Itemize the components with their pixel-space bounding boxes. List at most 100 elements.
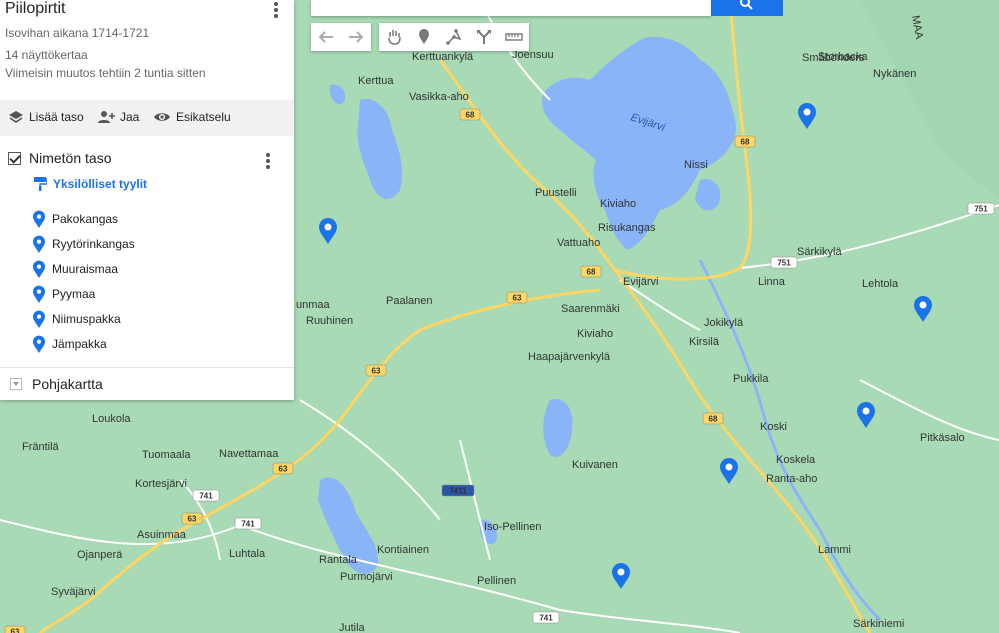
place-label: Vattuaho — [557, 237, 600, 249]
place-label: unmaa — [296, 299, 331, 311]
place-label: Vasikka-aho — [409, 91, 469, 103]
place-label: Kontiainen — [377, 544, 429, 556]
place-label: Risukangas — [598, 222, 656, 234]
map-tools — [311, 23, 537, 51]
svg-text:751: 751 — [777, 259, 791, 268]
place-marker-icon — [33, 335, 45, 353]
place-label: Ranta-aho — [766, 473, 817, 485]
svg-text:7411: 7411 — [449, 487, 467, 496]
place-label: Pukkila — [733, 373, 769, 385]
place-label: Pellinen — [477, 575, 516, 587]
last-modified: Viimeisin muutos tehtiin 2 tuntia sitten — [5, 66, 206, 80]
select-tool[interactable] — [379, 23, 409, 51]
place-label: Lammi — [818, 544, 851, 556]
marker-icon — [419, 29, 429, 44]
layer-visibility-checkbox[interactable] — [8, 151, 21, 165]
place-label: Paalanen — [386, 295, 433, 307]
place-label: Särkikylä — [797, 246, 843, 258]
add-layer-button[interactable]: Lisää taso — [8, 110, 84, 124]
place-marker-icon — [33, 210, 45, 228]
svg-text:63: 63 — [513, 294, 522, 303]
place-label: Kirsilä — [689, 336, 720, 348]
place-name: Muuraismaa — [52, 261, 119, 276]
individual-styles-link[interactable]: Yksilölliset tyylit — [34, 177, 147, 191]
add-person-icon — [98, 111, 115, 123]
place-label: Kuivanen — [572, 459, 618, 471]
place-label: Jutila — [339, 622, 366, 633]
place-label: Puustelli — [535, 187, 577, 199]
place-label: Nykänen — [873, 68, 916, 80]
place-list-item[interactable]: Ryytörinkangas — [32, 231, 135, 256]
share-button[interactable]: Jaa — [97, 110, 139, 124]
place-list-item[interactable]: Jämpakka — [32, 331, 135, 356]
place-label: Purmojärvi — [340, 571, 393, 583]
svg-text:63: 63 — [372, 367, 381, 376]
basemap-row[interactable]: Pohjakartta — [10, 376, 103, 392]
measure-tool[interactable] — [499, 23, 529, 51]
place-label: Ruuhinen — [306, 315, 353, 327]
history-tools — [311, 23, 371, 51]
place-list: Pakokangas Ryytörinkangas Muuraismaa Pyymaa… — [32, 206, 135, 356]
search-input[interactable] — [311, 0, 711, 16]
eye-icon — [154, 113, 170, 121]
place-label: Iso-Pellinen — [484, 521, 541, 533]
road-shield: 7411 — [441, 484, 475, 497]
place-list-item[interactable]: Pyymaa — [32, 281, 135, 306]
preview-button[interactable]: Esikatselu — [153, 110, 231, 124]
redo-button[interactable] — [341, 23, 371, 51]
place-label: Kortesjärvi — [135, 478, 187, 490]
share-label: Jaa — [120, 110, 140, 124]
road-shield: 68 — [734, 135, 756, 148]
place-marker-icon — [33, 260, 45, 278]
svg-text:68: 68 — [466, 111, 475, 120]
road-shield: 751 — [770, 256, 798, 269]
svg-text:751: 751 — [974, 205, 988, 214]
svg-text:68: 68 — [709, 415, 718, 424]
place-label: Jokikylä — [704, 317, 744, 329]
place-label: Kerttua — [358, 75, 394, 87]
map-panel: Piilopirtit Isovihan aikana 1714-1721 14… — [0, 0, 294, 400]
svg-text:741: 741 — [241, 520, 255, 529]
map-title[interactable]: Piilopirtit — [5, 0, 65, 18]
place-list-item[interactable]: Muuraismaa — [32, 256, 135, 281]
layer-name[interactable]: Nimetön taso — [29, 150, 111, 166]
place-label: Koski — [760, 421, 787, 433]
preview-label: Esikatselu — [176, 110, 231, 124]
road-shield: 63 — [506, 291, 528, 304]
undo-button[interactable] — [311, 23, 341, 51]
layer-menu-icon[interactable] — [266, 153, 270, 171]
panel-toolbar: Lisää taso Jaa Esikatselu — [0, 100, 294, 136]
place-label: Rantala — [319, 554, 358, 566]
place-list-item[interactable]: Pakokangas — [32, 206, 135, 231]
map-menu-icon[interactable] — [274, 2, 278, 20]
place-name: Pyymaa — [52, 286, 96, 301]
line-icon — [446, 29, 462, 45]
layer-header: Nimetön taso — [8, 150, 111, 166]
road-shield: 63 — [365, 364, 387, 377]
place-name: Pakokangas — [52, 211, 119, 226]
place-label: Ojanperä — [77, 549, 123, 561]
directions-icon — [477, 30, 491, 44]
svg-text:68: 68 — [587, 268, 596, 277]
individual-styles-label: Yksilölliset tyylit — [53, 177, 148, 191]
add-marker-tool[interactable] — [409, 23, 439, 51]
draw-line-tool[interactable] — [439, 23, 469, 51]
place-label: Luhtala — [229, 548, 266, 560]
place-list-item[interactable]: Niimuspakka — [32, 306, 135, 331]
place-marker-icon — [33, 310, 45, 328]
place-label: Småbönders — [802, 52, 865, 64]
expand-icon[interactable] — [10, 378, 22, 390]
panel-divider — [0, 367, 294, 368]
place-label: Loukola — [92, 413, 131, 425]
place-label: Asuinmaa — [137, 529, 187, 541]
svg-text:63: 63 — [188, 515, 197, 524]
search-button[interactable] — [711, 0, 783, 16]
map-subtitle[interactable]: Isovihan aikana 1714-1721 — [5, 26, 149, 40]
place-label: Kerttuankylä — [412, 51, 474, 63]
place-marker-icon — [33, 235, 45, 253]
place-label: Navettamaa — [219, 448, 279, 460]
road-shield: 741 — [532, 611, 560, 624]
place-label: Syväjärvi — [51, 586, 96, 598]
directions-tool[interactable] — [469, 23, 499, 51]
basemap-label: Pohjakartta — [32, 376, 103, 392]
